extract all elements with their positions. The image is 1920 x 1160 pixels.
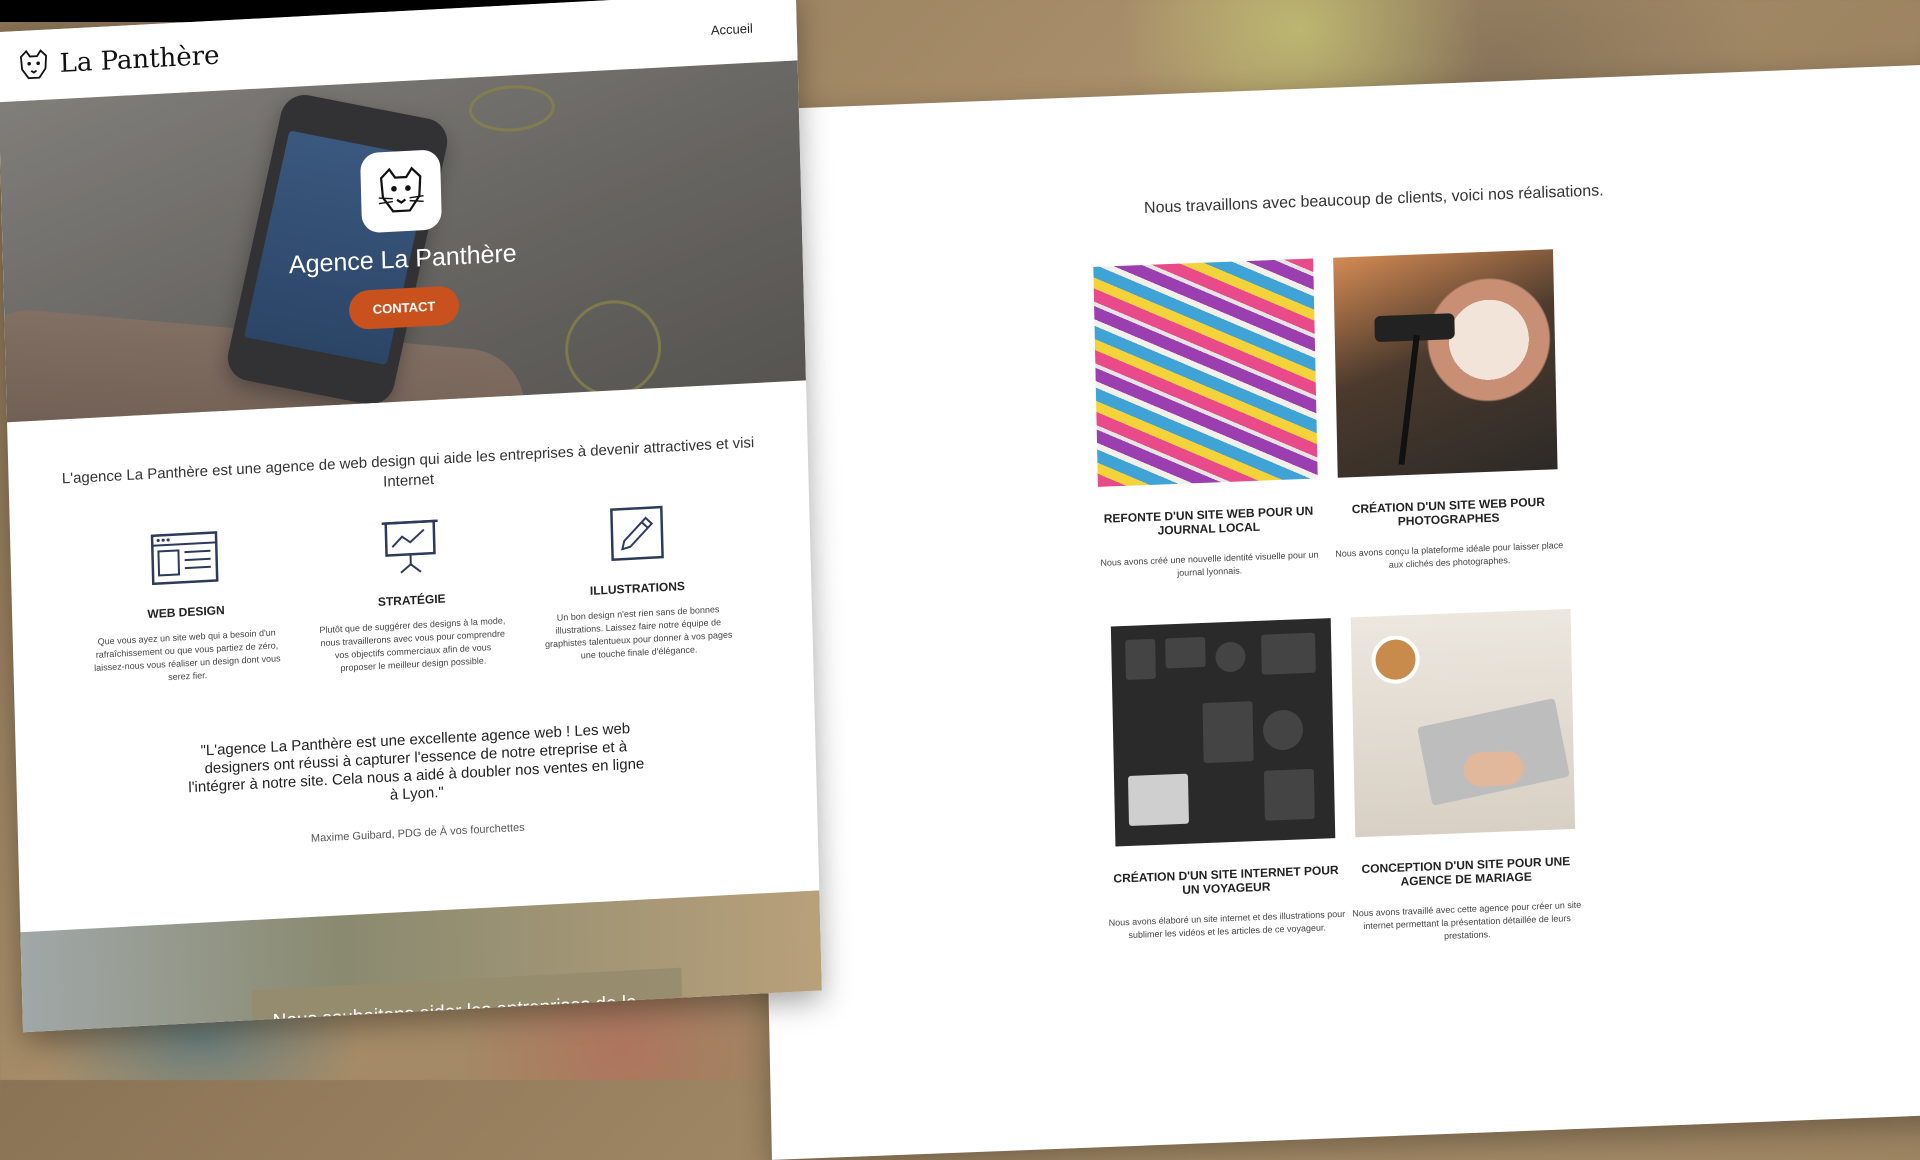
browser-window-icon xyxy=(148,526,221,590)
service-desc: Un bon design n'est rien sans de bonnes … xyxy=(543,602,734,664)
contact-button[interactable]: CONTACT xyxy=(348,285,459,330)
travel-gear-image xyxy=(1111,618,1335,846)
panther-logo-icon xyxy=(15,46,52,84)
hero-title: Agence La Panthère xyxy=(3,224,803,295)
service-title: STRATÉGIE xyxy=(317,588,507,612)
testimonial: "L'agence La Panthère est une excellente… xyxy=(16,711,818,861)
tripod-shape xyxy=(1398,335,1419,465)
work-card[interactable]: CRÉATION D'UN SITE WEB POUR PHOTOGRAPHES… xyxy=(1323,249,1569,574)
service-title: ILLUSTRATIONS xyxy=(542,576,732,600)
pencil-icon xyxy=(599,503,672,567)
portfolio-page: Nous travaillons avec beaucoup de client… xyxy=(750,62,1920,1160)
coffee-cup-shape xyxy=(1371,635,1420,685)
work-card[interactable]: CRÉATION D'UN SITE INTERNET POUR UN VOYA… xyxy=(1101,618,1347,943)
nav-link-home[interactable]: Accueil xyxy=(711,20,753,37)
services: WEB DESIGN Que vous ayez un site web qui… xyxy=(10,495,813,692)
work-desc: Nous avons créé une nouvelle identité vi… xyxy=(1089,548,1329,583)
brand-name: La Panthère xyxy=(59,41,220,79)
magazines-image xyxy=(1093,258,1317,486)
work-title: CONCEPTION D'UN SITE POUR UNE AGENCE DE … xyxy=(1346,854,1586,891)
work-card[interactable]: REFONTE D'UN SITE WEB POUR UN JOURNAL LO… xyxy=(1083,258,1329,583)
service-card: WEB DESIGN Que vous ayez un site web qui… xyxy=(89,523,283,688)
hero-logo-badge xyxy=(360,149,442,233)
hand-shape xyxy=(1464,751,1525,787)
logo[interactable]: La Panthère xyxy=(15,38,220,85)
work-card[interactable]: CONCEPTION D'UN SITE POUR UNE AGENCE DE … xyxy=(1341,608,1588,946)
work-desc: Nous avons conçu la plateforme idéale po… xyxy=(1329,538,1569,573)
service-desc: Plutôt que de suggérer des designs à la … xyxy=(317,614,508,676)
service-desc: Que vous ayez un site web qui a besoin d… xyxy=(92,626,283,688)
work-desc: Nous avons élaboré un site internet et d… xyxy=(1107,907,1347,942)
home-page: La Panthère Accueil Agence La Panthère C… xyxy=(0,0,822,1032)
testimonial-quote: "L'agence La Panthère est une excellente… xyxy=(185,719,646,815)
presentation-chart-icon xyxy=(374,514,447,578)
service-title: WEB DESIGN xyxy=(91,600,281,624)
work-title: CRÉATION D'UN SITE INTERNET POUR UN VOYA… xyxy=(1106,864,1346,901)
works-lead: Nous travaillons avec beaucoup de client… xyxy=(1144,182,1604,218)
wedding-desk-image xyxy=(1351,609,1575,837)
work-title: REFONTE D'UN SITE WEB POUR UN JOURNAL LO… xyxy=(1088,504,1328,541)
work-desc: Nous avons travaillé avec cette agence p… xyxy=(1347,898,1588,946)
testimonial-author: Maxime Guibard, PDG de À vos fourchettes xyxy=(188,815,648,851)
photographer-image xyxy=(1333,249,1557,477)
work-title: CRÉATION D'UN SITE WEB POUR PHOTOGRAPHES xyxy=(1328,495,1568,532)
service-card: ILLUSTRATIONS Un bon design n'est rien s… xyxy=(540,499,734,664)
hero: Agence La Panthère CONTACT xyxy=(0,60,806,422)
service-card: STRATÉGIE Plutôt que de suggérer des des… xyxy=(315,511,509,676)
panther-icon xyxy=(372,162,429,221)
